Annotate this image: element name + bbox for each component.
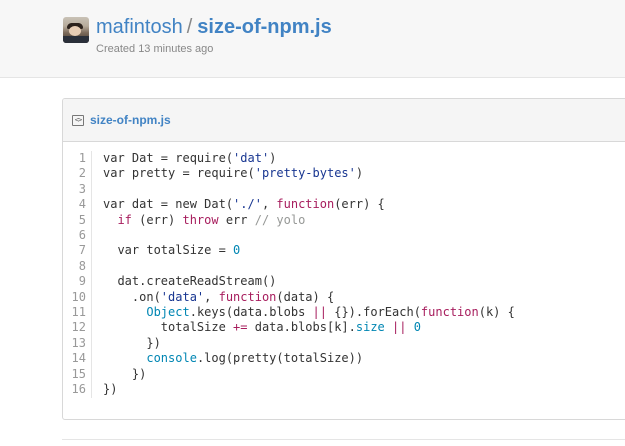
code-token: var pretty = require( [103,166,255,181]
code-token: 0 [233,243,241,258]
code-line: var Dat = require('dat') [103,151,515,166]
line-number[interactable]: 4 [63,197,91,212]
code-token: if [117,212,132,227]
code-token: 'data' [160,289,205,304]
code-token: var Dat = require( [103,151,234,165]
code-line: }) [103,382,515,397]
code-lines: var Dat = require('dat') var pretty = req… [103,151,515,398]
line-number[interactable]: 1 [63,151,91,166]
line-number[interactable]: 10 [63,290,91,305]
code-token: size [355,320,385,335]
owner-link[interactable]: mafintosh [96,16,183,38]
code-token: ) [355,166,364,181]
code-token: , [261,197,277,212]
code-line: var totalSize = 0 [103,243,515,258]
divider [62,439,625,440]
title-separator: / [186,16,193,38]
line-number[interactable]: 8 [63,259,91,274]
code-token: += [233,320,248,335]
created-timestamp: Created 13 minutes ago [96,43,214,55]
code-line: }) [103,336,515,351]
gist-header: mafintosh / size-of-npm.js Created 13 minu… [0,0,625,78]
code-token: ) [269,151,277,165]
code-token: var totalSize = [103,243,234,258]
gist-title: mafintosh / size-of-npm.js [96,15,332,39]
code-token: Object [146,305,190,320]
code-token: || [392,320,407,335]
line-number[interactable]: 13 [63,336,91,351]
line-number[interactable]: 3 [63,182,91,197]
code-token: 'pretty-bytes' [254,166,356,181]
line-number[interactable]: 9 [63,274,91,289]
code-token: .keys(data.blobs [189,305,313,320]
line-number[interactable]: 11 [63,305,91,320]
line-number[interactable]: 15 [63,367,91,382]
code-token: }) [103,382,118,397]
code-token: {}).forEach( [327,305,421,320]
code-token: }) [103,335,161,350]
code-line: Object.keys(data.blobs || {}).forEach(fu… [103,305,515,320]
file-box: <> size-of-npm.js 1 2 3 4 5 6 7 8 9 10 11 12 13 14 15 1… [62,98,625,420]
code-token: console [146,351,197,366]
avatar[interactable] [63,17,89,43]
line-number[interactable]: 16 [63,382,91,397]
file-header: <> size-of-npm.js [63,99,625,142]
line-number[interactable]: 2 [63,166,91,181]
code-token: err [218,212,255,227]
code-token: (err) [131,212,183,227]
code-line: }) [103,367,515,382]
line-number[interactable]: 6 [63,228,91,243]
code-token: totalSize [103,320,234,335]
code-token: throw [182,212,219,227]
code-line: if (err) throw err // yolo [103,213,515,228]
code-token: function [420,305,479,320]
line-number-gutter: 1 2 3 4 5 6 7 8 9 10 11 12 13 14 15 16 [63,151,92,398]
code-token: function [218,289,277,304]
code-token: .log(pretty(totalSize)) [196,351,364,366]
code-token: }) [103,366,147,381]
code-line: console.log(pretty(totalSize)) [103,351,515,366]
code-line: var dat = new Dat('./', function(err) { [103,197,515,212]
code-line: dat.createReadStream() [103,274,515,289]
code-token: dat.createReadStream() [103,274,277,289]
gist-name-link[interactable]: size-of-npm.js [197,16,331,38]
code-token: var dat = new Dat( [103,197,234,212]
code-token: , [204,289,219,304]
code-token: .on( [103,289,161,304]
code-line: .on('data', function(data) { [103,290,515,305]
code-token: data.blobs[k]. [247,320,356,335]
code-token: 0 [413,320,421,335]
code-token: './' [233,197,262,212]
code-token: (data) { [276,289,335,304]
code-line: var pretty = require('pretty-bytes') [103,166,515,181]
code-token: function [276,197,335,212]
line-number[interactable]: 7 [63,243,91,258]
code-file-icon: <> [72,114,84,126]
line-number[interactable]: 5 [63,213,91,228]
file-name-link[interactable]: size-of-npm.js [90,113,171,127]
code-token: 'dat' [233,151,270,165]
code-token: (k) { [478,305,515,320]
code-token: (err) { [334,197,385,212]
code-token: || [312,305,327,320]
code-line: totalSize += data.blobs[k].size || 0 [103,320,515,335]
line-number[interactable]: 12 [63,320,91,335]
code-token: // yolo [254,212,306,227]
line-number[interactable]: 14 [63,351,91,366]
